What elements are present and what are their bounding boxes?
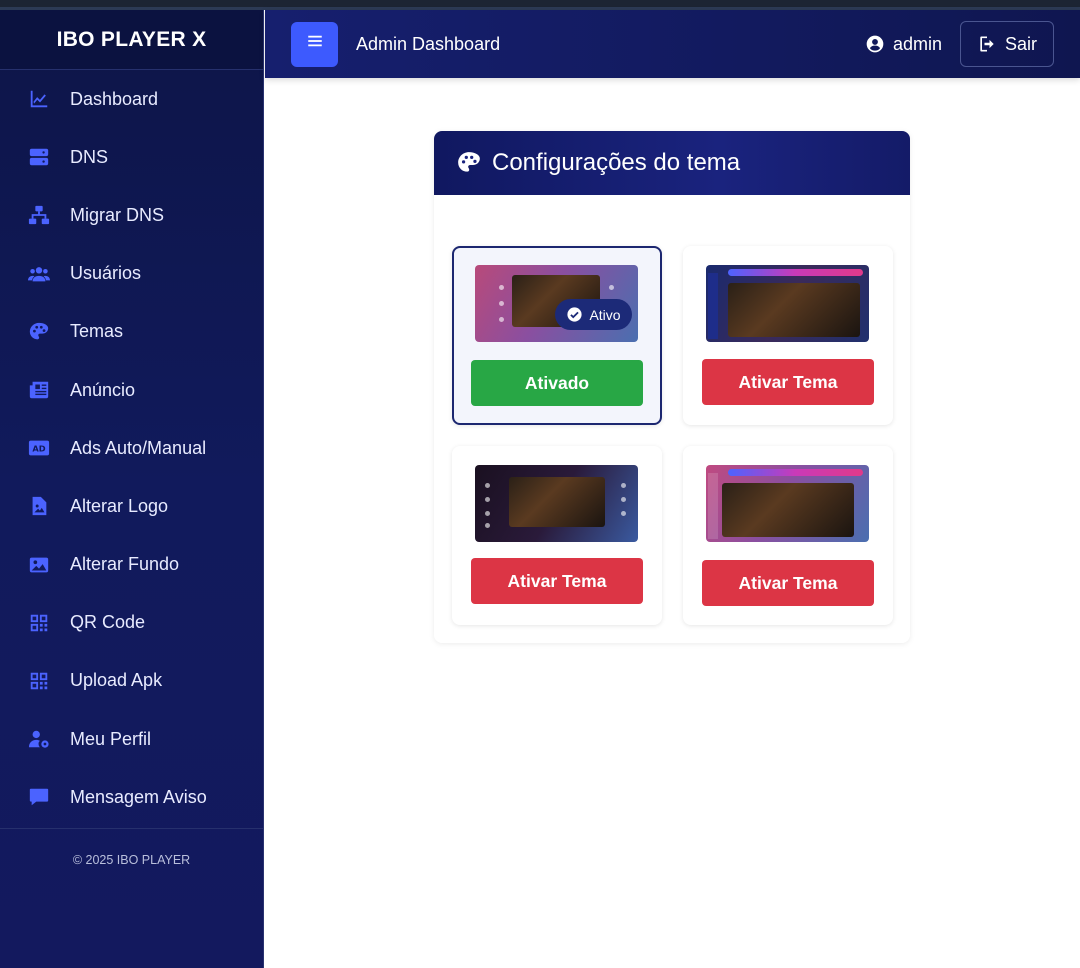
sidebar-item-label: Alterar Fundo: [70, 554, 180, 575]
sidebar-item-label: Ads Auto/Manual: [70, 437, 207, 458]
check-circle-icon: [567, 307, 583, 322]
sidebar-item-usuarios[interactable]: Usuários: [0, 245, 263, 303]
sidebar-item-label: Usuários: [70, 263, 142, 284]
sidebar-item-label: Upload Apk: [70, 670, 163, 691]
svg-text:AD: AD: [32, 444, 45, 454]
sidebar-nav: Dashboard DNS Migrar DNS Usuários Temas: [0, 70, 263, 826]
sidebar-item-temas[interactable]: Temas: [0, 303, 263, 361]
sidebar-item-dashboard[interactable]: Dashboard: [0, 70, 263, 128]
user-cog-icon: [28, 728, 50, 750]
palette-icon: [458, 152, 480, 172]
sidebar-item-ads[interactable]: AD Ads Auto/Manual: [0, 419, 263, 477]
card-title: Configurações do tema: [492, 149, 741, 176]
hamburger-icon: [306, 32, 324, 56]
users-icon: [28, 263, 50, 285]
image-icon: [28, 554, 50, 576]
sign-out-icon: [980, 36, 994, 52]
file-image-icon: [28, 495, 50, 517]
sidebar-item-upload-apk[interactable]: Upload Apk: [0, 652, 263, 710]
theme-4-activate-button[interactable]: Ativar Tema: [702, 560, 874, 606]
qrcode-icon: [28, 670, 50, 692]
sidebar-item-label: Migrar DNS: [70, 204, 165, 225]
user-circle-icon: [866, 35, 884, 53]
sidebar-item-label: Mensagem Aviso: [70, 786, 207, 807]
sidebar-item-mensagem-aviso[interactable]: Mensagem Aviso: [0, 768, 263, 826]
server-icon: [28, 146, 50, 168]
sidebar-item-label: Meu Perfil: [70, 728, 152, 749]
sidebar-footer: © 2025 IBO PLAYER: [0, 828, 263, 867]
username: admin: [892, 33, 942, 54]
page-title: Admin Dashboard: [356, 33, 501, 54]
sidebar-item-migrar-dns[interactable]: Migrar DNS: [0, 186, 263, 244]
palette-icon: [28, 321, 50, 343]
ad-icon: AD: [28, 437, 50, 459]
theme-preview-3: [475, 465, 638, 542]
sidebar-item-dns[interactable]: DNS: [0, 128, 263, 186]
card-header: Configurações do tema: [434, 131, 910, 195]
active-badge: Ativo: [555, 299, 632, 330]
theme-2-activate-button[interactable]: Ativar Tema: [702, 359, 874, 405]
logout-label: Sair: [1004, 33, 1037, 54]
window-top-strip: [0, 0, 1080, 10]
theme-3-activate-button[interactable]: Ativar Tema: [471, 558, 643, 604]
logout-button[interactable]: Sair: [959, 21, 1054, 67]
menu-toggle-button[interactable]: [291, 21, 338, 67]
chart-line-icon: [28, 88, 50, 110]
sidebar-item-qr-code[interactable]: QR Code: [0, 594, 263, 652]
sidebar-item-label: Temas: [70, 321, 124, 342]
qrcode-icon: [28, 612, 50, 634]
newspaper-icon: [28, 379, 50, 401]
comment-icon: [28, 786, 50, 808]
top-header: Admin Dashboard admin Sair: [265, 10, 1080, 78]
sidebar-item-label: DNS: [70, 146, 109, 167]
sidebar-item-label: Alterar Logo: [70, 495, 169, 516]
sidebar-item-meu-perfil[interactable]: Meu Perfil: [0, 710, 263, 768]
theme-1-activated-button[interactable]: Ativado: [471, 360, 643, 406]
theme-preview-4: [706, 465, 869, 542]
sidebar-item-anuncio[interactable]: Anúncio: [0, 361, 263, 419]
sidebar-item-label: Dashboard: [70, 88, 159, 109]
sidebar-item-alterar-logo[interactable]: Alterar Logo: [0, 477, 263, 535]
user-menu[interactable]: admin: [865, 34, 942, 55]
network-icon: [28, 204, 50, 226]
sidebar-item-label: Anúncio: [70, 379, 136, 400]
theme-preview-2: [706, 265, 869, 342]
sidebar: IBO PLAYER X Dashboard DNS Migrar DNS Us…: [0, 10, 264, 968]
sidebar-item-alterar-fundo[interactable]: Alterar Fundo: [0, 536, 263, 594]
brand-logo: IBO PLAYER X: [0, 10, 263, 70]
sidebar-item-label: QR Code: [70, 612, 146, 633]
active-badge-label: Ativo: [589, 306, 621, 323]
